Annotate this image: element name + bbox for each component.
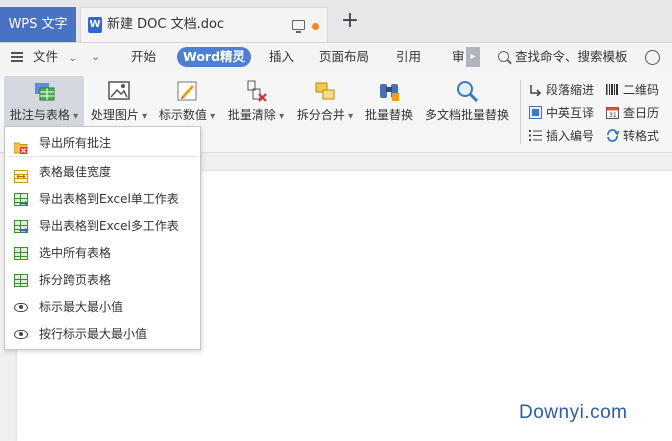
menu-item-label: 选中所有表格 xyxy=(39,246,112,260)
document-tab-title: 新建 DOC 文档.doc xyxy=(107,17,225,32)
menu-file[interactable]: 文件 ⌄ xyxy=(33,43,77,71)
convert-format-button[interactable]: 转格式 xyxy=(606,126,659,146)
multi-doc-replace-label: 多文档批量替换 xyxy=(424,108,509,122)
menu-tab-word-jingling[interactable]: Word精灵 xyxy=(177,47,252,67)
quick-access-chevron-icon[interactable]: ⌄ xyxy=(91,43,100,71)
tab-bar: WPS 文字 新建 DOC 文档.doc + xyxy=(0,0,672,43)
table-icon xyxy=(14,247,28,260)
process-image-button[interactable]: 处理图片 ▾ xyxy=(88,76,150,126)
menu-item-split-cross-page-table[interactable]: 拆分跨页表格 xyxy=(5,267,200,294)
comment-table-dropdown: 导出所有批注 表格最佳宽度 导出表格到Excel单工作表 导出表格到Excel多… xyxy=(4,126,201,350)
ribbon-separator xyxy=(520,80,521,144)
command-search-input[interactable]: 查找命令、搜索模板 xyxy=(515,43,628,71)
chevron-down-icon: ⌄ xyxy=(62,53,77,64)
comment-table-button[interactable]: 批注与表格 ▾ xyxy=(4,76,84,126)
convert-format-label: 转格式 xyxy=(623,129,660,143)
eye-icon xyxy=(14,303,28,312)
menu-item-export-excel-multi[interactable]: 导出表格到Excel多工作表 xyxy=(5,213,200,244)
watermark-text: Downyi.com xyxy=(519,402,628,423)
tab-document[interactable]: 新建 DOC 文档.doc xyxy=(80,7,328,42)
translate-label: 中英互译 xyxy=(546,106,595,120)
tab-wps-home[interactable]: WPS 文字 xyxy=(0,7,76,42)
eraser-icon xyxy=(244,79,268,103)
monitor-icon[interactable] xyxy=(292,20,305,33)
menu-tab-page-layout[interactable]: 页面布局 xyxy=(319,43,369,71)
mark-values-label: 标示数值 ▾ xyxy=(158,108,216,122)
new-tab-plus-icon[interactable]: + xyxy=(340,9,360,33)
menu-tab-start[interactable]: 开始 xyxy=(131,43,156,71)
insert-numbering-label: 插入编号 xyxy=(546,129,595,143)
menu-scroll-right-icon[interactable]: ▸ xyxy=(466,47,480,67)
calendar-button[interactable]: 31 查日历 xyxy=(606,103,659,123)
unsaved-dot-icon[interactable] xyxy=(312,23,319,30)
numbering-icon xyxy=(529,128,542,141)
batch-clear-button[interactable]: 批量清除 ▾ xyxy=(226,76,286,126)
indent-icon xyxy=(529,82,542,97)
svg-text:31: 31 xyxy=(609,112,617,119)
comment-table-icon xyxy=(32,79,56,103)
menu-tab-references[interactable]: 引用 xyxy=(396,43,421,71)
menu-tab-insert[interactable]: 插入 xyxy=(269,43,294,71)
menu-item-best-table-width[interactable]: 表格最佳宽度 xyxy=(5,159,200,186)
split-merge-label: 拆分合并 ▾ xyxy=(296,108,354,122)
paragraph-indent-label: 段落缩进 xyxy=(546,83,595,97)
picture-icon xyxy=(107,79,131,103)
feedback-face-icon[interactable] xyxy=(645,50,660,65)
split-merge-button[interactable]: 拆分合并 ▾ xyxy=(294,76,356,126)
qr-code-button[interactable]: 二维码 xyxy=(606,80,659,100)
batch-clear-label: 批量清除 ▾ xyxy=(227,108,285,122)
table-export-icon xyxy=(14,190,28,217)
search-icon[interactable] xyxy=(498,51,509,62)
menu-item-label: 标示最大最小值 xyxy=(39,300,124,314)
qr-code-label: 二维码 xyxy=(623,83,660,97)
menu-separator xyxy=(9,156,196,157)
calendar-icon: 31 xyxy=(606,105,619,119)
table-icon xyxy=(14,274,28,287)
folder-export-icon xyxy=(13,137,28,154)
menu-item-label: 拆分跨页表格 xyxy=(39,273,112,287)
menu-item-label: 导出表格到Excel多工作表 xyxy=(39,219,179,233)
menu-bar: 文件 ⌄ ⌄ 开始 Word精灵 插入 页面布局 引用 审 ▸ 查找命令、搜索模… xyxy=(0,43,672,71)
binoculars-icon xyxy=(377,79,401,103)
menu-item-mark-max-min[interactable]: 标示最大最小值 xyxy=(5,294,200,321)
menu-tab-review[interactable]: 审 xyxy=(452,43,465,71)
table-width-icon xyxy=(14,166,28,183)
menu-item-mark-max-min-by-row[interactable]: 按行标示最大最小值 xyxy=(5,321,200,348)
hamburger-icon[interactable] xyxy=(11,52,23,62)
menu-item-label: 导出表格到Excel单工作表 xyxy=(39,192,179,206)
table-export-icon xyxy=(14,217,28,244)
menu-file-label: 文件 xyxy=(33,49,59,64)
menu-item-label: 导出所有批注 xyxy=(39,136,112,150)
word-doc-icon xyxy=(88,17,102,33)
split-merge-icon xyxy=(313,79,337,103)
translate-icon xyxy=(529,105,542,119)
eye-icon xyxy=(14,330,28,339)
comment-table-label: 批注与表格 ▾ xyxy=(9,108,79,122)
insert-numbering-button[interactable]: 插入编号 xyxy=(529,126,594,146)
convert-icon xyxy=(606,128,620,142)
menu-item-export-comments[interactable]: 导出所有批注 xyxy=(5,130,200,157)
barcode-icon xyxy=(606,82,619,95)
batch-replace-button[interactable]: 批量替换 xyxy=(362,76,416,126)
magnifier-icon xyxy=(455,79,479,103)
translate-button[interactable]: 中英互译 xyxy=(529,103,594,123)
batch-replace-label: 批量替换 xyxy=(364,108,413,122)
calendar-label: 查日历 xyxy=(623,106,660,120)
paragraph-indent-button[interactable]: 段落缩进 xyxy=(529,80,594,100)
mark-values-button[interactable]: 标示数值 ▾ xyxy=(156,76,218,126)
menu-item-select-all-tables[interactable]: 选中所有表格 xyxy=(5,240,200,267)
process-image-label: 处理图片 ▾ xyxy=(90,108,148,122)
menu-item-label: 按行标示最大最小值 xyxy=(39,327,148,341)
menu-item-label: 表格最佳宽度 xyxy=(39,165,112,179)
pen-icon xyxy=(175,79,199,103)
multi-doc-replace-button[interactable]: 多文档批量替换 xyxy=(422,76,512,126)
menu-item-export-excel-single[interactable]: 导出表格到Excel单工作表 xyxy=(5,186,200,217)
